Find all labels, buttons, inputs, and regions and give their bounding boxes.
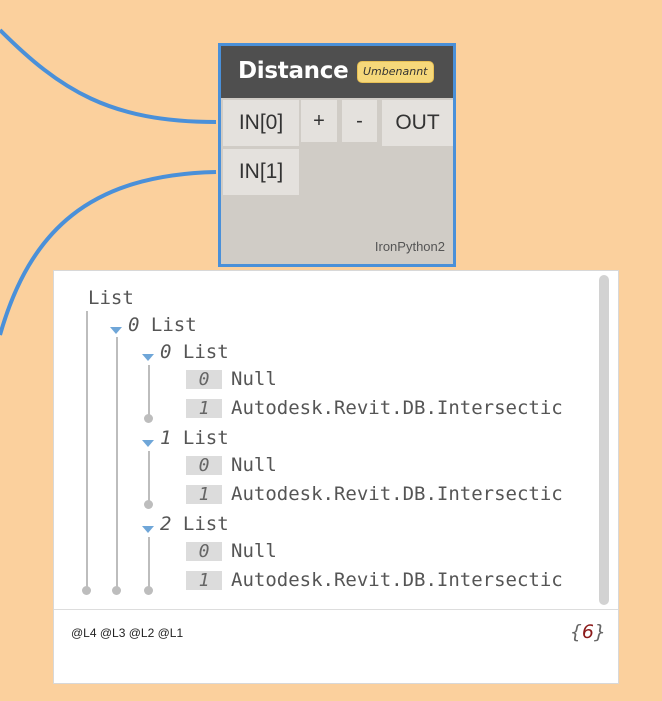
item-count: {6} — [570, 621, 606, 643]
tree-guide-end-l4 — [82, 586, 91, 595]
item-index: 1 — [186, 571, 222, 590]
item-index: 1 — [186, 485, 222, 504]
group-guide — [148, 451, 150, 501]
group-index: 2 — [160, 513, 172, 535]
preview-divider — [54, 609, 618, 610]
item-value: Autodesk.Revit.DB.Intersectic — [231, 569, 563, 591]
level1-list-label: 0 List — [128, 314, 197, 336]
item-value: Null — [231, 454, 277, 476]
remove-input-button[interactable]: - — [342, 100, 377, 142]
group-index: 1 — [160, 427, 172, 449]
watch-preview-panel[interactable]: List 0 List 0 List 0 Null 1 Autodesk.Rev… — [53, 270, 619, 684]
root-list-label: List — [88, 287, 134, 309]
input-port-in1[interactable]: IN[1] — [223, 149, 299, 195]
python-script-node[interactable]: Distance Umbenannt IN[0] IN[1] + - OUT I… — [218, 43, 456, 267]
group-label: List — [182, 341, 229, 363]
collapse-toggle-icon[interactable] — [142, 354, 154, 361]
tree-guide-l4 — [86, 311, 88, 589]
group-guide-end — [144, 500, 153, 509]
tree-guide-l3 — [116, 337, 118, 589]
input-port-in0[interactable]: IN[0] — [223, 100, 299, 146]
group-2-label: 2 List — [160, 513, 229, 535]
item-value: Null — [231, 368, 277, 390]
count-open-brace: { — [569, 621, 582, 643]
node-header[interactable]: Distance Umbenannt — [221, 46, 453, 98]
group-guide — [148, 537, 150, 589]
group-1-label: 1 List — [160, 427, 229, 449]
level1-label: List — [150, 314, 197, 336]
group-index: 0 — [160, 341, 172, 363]
group-label: List — [182, 427, 229, 449]
list-tree: List 0 List 0 List 0 Null 1 Autodesk.Rev… — [54, 271, 589, 607]
tree-guide-end-l3 — [112, 586, 121, 595]
item-index: 0 — [186, 542, 222, 561]
item-value: Autodesk.Revit.DB.Intersectic — [231, 483, 563, 505]
count-value: 6 — [581, 621, 594, 643]
wire-in0[interactable] — [0, 28, 217, 124]
add-input-button[interactable]: + — [301, 100, 337, 142]
item-index: 0 — [186, 370, 222, 389]
group-label: List — [182, 513, 229, 535]
count-close-brace: } — [593, 621, 606, 643]
collapse-toggle-icon[interactable] — [110, 327, 122, 334]
vertical-scrollbar[interactable] — [599, 275, 609, 605]
group-guide-end — [144, 414, 153, 423]
item-value: Autodesk.Revit.DB.Intersectic — [231, 397, 563, 419]
rename-badge: Umbenannt — [357, 61, 434, 83]
group-guide-end — [144, 586, 153, 595]
group-guide — [148, 365, 150, 415]
node-title: Distance — [238, 58, 349, 84]
item-value: Null — [231, 540, 277, 562]
collapse-toggle-icon[interactable] — [142, 526, 154, 533]
engine-label: IronPython2 — [374, 239, 445, 254]
item-index: 0 — [186, 456, 222, 475]
collapse-toggle-icon[interactable] — [142, 440, 154, 447]
item-index: 1 — [186, 399, 222, 418]
level1-index: 0 — [128, 314, 140, 336]
list-levels[interactable]: @L4 @L3 @L2 @L1 — [71, 626, 183, 640]
group-0-label: 0 List — [160, 341, 229, 363]
output-port-out[interactable]: OUT — [382, 100, 453, 146]
